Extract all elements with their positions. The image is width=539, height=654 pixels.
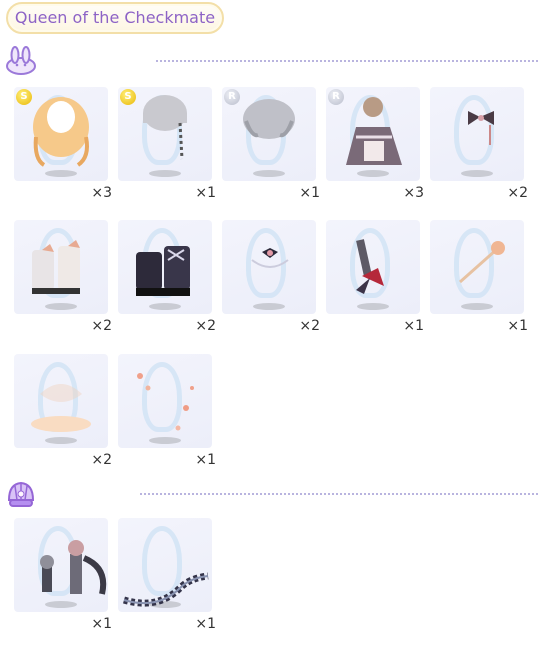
suit-title: Queen of the Checkmate: [6, 2, 224, 34]
item-quantity: ×2: [91, 452, 112, 468]
item-card[interactable]: ×2: [430, 87, 528, 201]
item-thumbnail: [14, 518, 108, 612]
item-card[interactable]: ×1: [118, 518, 216, 632]
item-thumbnail: [14, 220, 108, 314]
item-quantity: ×2: [299, 318, 320, 334]
shell-icon: [7, 481, 35, 507]
item-quantity: ×1: [507, 318, 528, 334]
item-quantity: ×3: [91, 185, 112, 201]
item-card[interactable]: S ×3: [14, 87, 112, 201]
item-quantity: ×1: [403, 318, 424, 334]
item-quantity: ×2: [507, 185, 528, 201]
section-divider: [140, 493, 538, 495]
item-art-icon: [32, 240, 80, 294]
item-art-icon: [123, 572, 209, 607]
item-art-icon: [459, 241, 505, 284]
item-card[interactable]: ×1: [118, 354, 216, 468]
item-quantity: ×1: [195, 185, 216, 201]
rarity-badge: R: [224, 89, 240, 105]
section-divider: [156, 60, 538, 62]
item-thumbnail: [222, 220, 316, 314]
item-quantity: ×1: [91, 616, 112, 632]
item-card[interactable]: ×1: [430, 220, 528, 334]
item-art-icon: [137, 373, 194, 431]
item-thumbnail: [118, 354, 212, 448]
bunny-icon: [6, 46, 36, 75]
item-art-icon: [136, 246, 190, 296]
item-quantity: ×2: [195, 318, 216, 334]
item-quantity: ×1: [195, 616, 216, 632]
item-quantity: ×1: [195, 452, 216, 468]
item-art-icon: [40, 540, 107, 595]
item-quantity: ×2: [91, 318, 112, 334]
item-quantity: ×1: [299, 185, 320, 201]
item-card[interactable]: ×1: [14, 518, 112, 632]
item-thumbnail: [118, 220, 212, 314]
rarity-badge: R: [328, 89, 344, 105]
item-thumbnail: [118, 518, 212, 612]
item-card[interactable]: ×2: [14, 220, 112, 334]
item-thumbnail: [430, 220, 524, 314]
item-art-icon: [356, 239, 384, 294]
item-quantity: ×3: [403, 185, 424, 201]
item-card[interactable]: ×2: [14, 354, 112, 468]
item-thumbnail: [14, 354, 108, 448]
item-art-icon: [251, 248, 289, 268]
item-thumbnail: [430, 87, 524, 181]
item-card[interactable]: R ×1: [222, 87, 320, 201]
item-card[interactable]: ×2: [118, 220, 216, 334]
item-art-icon: [31, 384, 91, 432]
item-thumbnail: [326, 220, 420, 314]
rarity-badge: S: [120, 89, 136, 105]
item-card[interactable]: ×1: [326, 220, 424, 334]
item-card[interactable]: ×2: [222, 220, 320, 334]
rarity-badge: S: [16, 89, 32, 105]
item-art-icon: [468, 111, 494, 145]
item-card[interactable]: S ×1: [118, 87, 216, 201]
item-card[interactable]: R ×3: [326, 87, 424, 201]
